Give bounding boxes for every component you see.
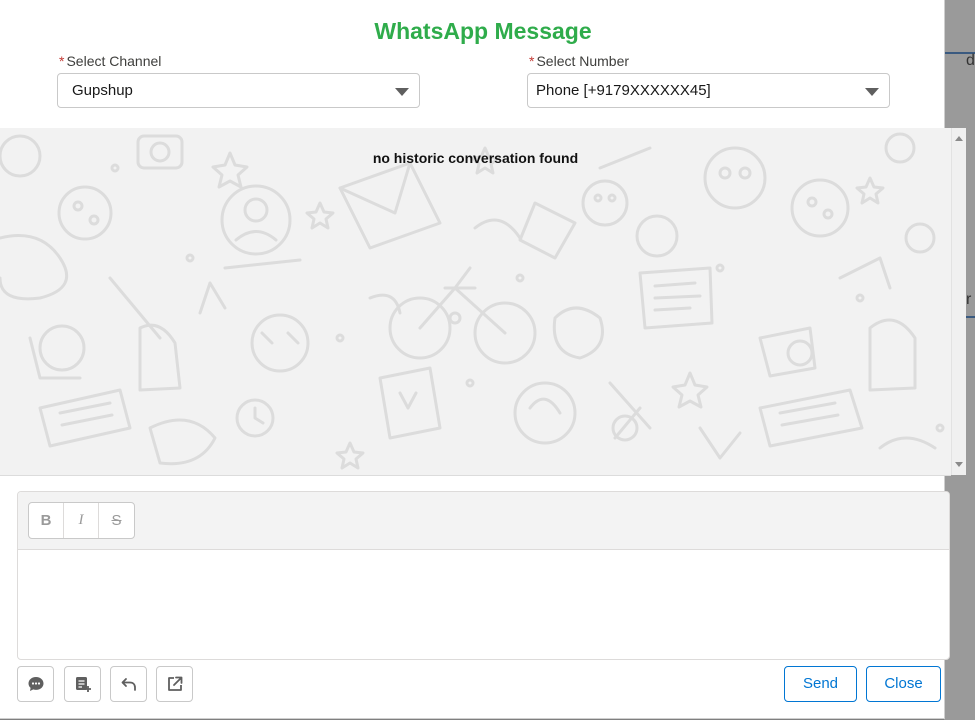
required-marker: * (529, 53, 535, 69)
chat-button[interactable] (17, 666, 54, 702)
new-window-icon (167, 676, 182, 691)
template-add-icon (75, 677, 91, 692)
insert-template-button[interactable] (64, 666, 101, 702)
italic-button[interactable]: I (64, 503, 99, 538)
scroll-up-arrow-icon[interactable] (955, 136, 963, 141)
message-editor: B I S (17, 491, 950, 660)
format-button-group: B I S (28, 502, 135, 539)
undo-button[interactable] (110, 666, 147, 702)
select-number-dropdown[interactable]: Phone [+9179XXXXXX45] (527, 73, 890, 108)
required-marker: * (59, 53, 65, 69)
chat-wallpaper-pattern (0, 132, 945, 470)
editor-toolbar: B I S (18, 492, 949, 550)
select-number-label-text: Select Number (536, 53, 630, 69)
send-button[interactable]: Send (784, 666, 857, 702)
bold-button[interactable]: B (29, 503, 64, 538)
select-channel-label: * Select Channel (59, 53, 161, 69)
scroll-down-arrow-icon[interactable] (955, 462, 963, 467)
select-number-label: * Select Number (529, 53, 629, 69)
conversation-history: no historic conversation found (0, 128, 951, 476)
undo-icon (121, 678, 136, 691)
select-number-value: Phone [+9179XXXXXX45] (536, 82, 711, 99)
conversation-scrollbar[interactable] (951, 128, 966, 475)
message-input[interactable] (18, 550, 949, 659)
background-text-fragment: d (966, 52, 975, 69)
background-text-fragment: r (966, 291, 972, 308)
select-channel-dropdown[interactable]: Gupshup (57, 73, 420, 108)
select-channel-value: Gupshup (72, 82, 133, 99)
chat-bubble-icon (28, 677, 43, 691)
modal-title: WhatsApp Message (374, 18, 592, 44)
chevron-down-icon (395, 88, 409, 96)
close-button[interactable]: Close (866, 666, 941, 702)
whatsapp-message-modal: WhatsApp Message * Select Channel Gupshup… (0, 0, 966, 718)
chevron-down-icon (865, 88, 879, 96)
strikethrough-button[interactable]: S (99, 503, 134, 538)
open-new-window-button[interactable] (156, 666, 193, 702)
select-channel-label-text: Select Channel (66, 53, 162, 69)
no-conversation-message: no historic conversation found (372, 150, 579, 166)
